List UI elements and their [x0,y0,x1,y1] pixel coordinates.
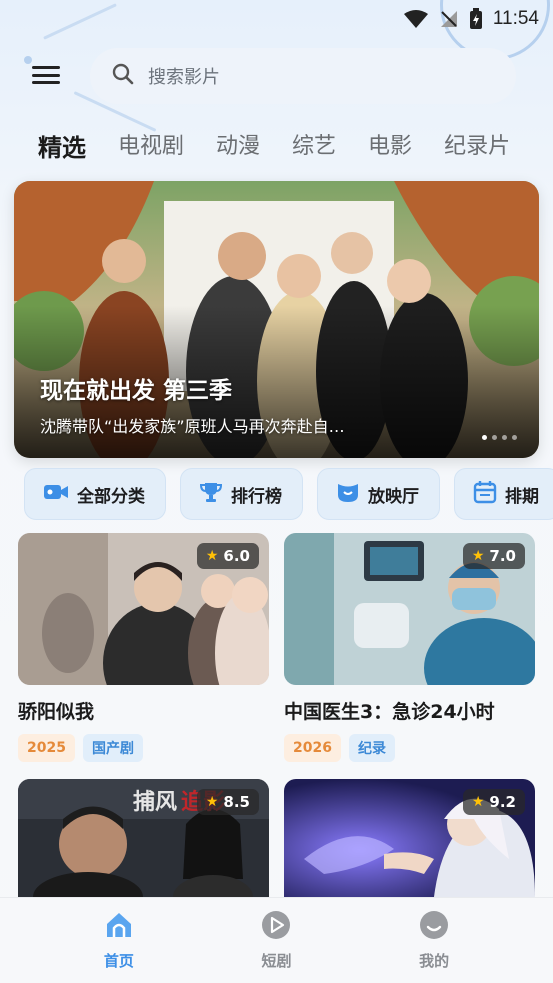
rating-value: 8.5 [223,793,250,811]
star-icon: ★ [205,548,219,564]
schedule-label: 排期 [505,486,539,507]
nav-short-drama-label: 短剧 [261,952,292,970]
carousel-dot [502,435,507,440]
year-tag: 2025 [18,734,75,762]
all-categories-button[interactable]: 全部分类 [24,468,166,520]
tab-anime[interactable]: 动漫 [216,128,260,163]
media-card[interactable]: ★ 7.0 中国医生3：急诊24小时 2026 纪录 [284,533,535,762]
trophy-icon [199,481,223,508]
ranking-label: 排行榜 [231,486,282,507]
tab-variety[interactable]: 综艺 [292,128,336,163]
tab-featured[interactable]: 精选 [38,128,86,163]
rating-value: 7.0 [489,547,516,565]
card-tags: 2026 纪录 [284,734,535,762]
ranking-button[interactable]: 排行榜 [180,468,303,520]
banner-title: 现在就出发 第三季 [40,378,233,404]
background-decoration [24,56,32,64]
all-categories-label: 全部分类 [77,486,145,507]
banner-subtitle: 沈腾带队“出发家族”原班人马再次奔赴自… [40,417,345,436]
tab-tv-series[interactable]: 电视剧 [118,128,184,163]
rating-value: 9.2 [489,793,516,811]
year-tag: 2026 [284,734,341,762]
nav-home[interactable]: 首页 [74,910,164,971]
poster-image: 捕风 追影 ★ 8.5 [18,779,269,897]
battery-charging-icon [469,8,483,30]
tab-movies[interactable]: 电影 [368,128,412,163]
play-circle-icon [261,910,291,944]
menu-icon [32,66,60,69]
nav-home-label: 首页 [103,952,134,970]
schedule-button[interactable]: 排期 [454,468,553,520]
carousel-indicator [482,435,517,440]
no-signal-icon [439,9,459,29]
theater-label: 放映厅 [368,486,419,507]
card-title: 中国医生3：急诊24小时 [284,701,495,723]
category-tabs: 精选 电视剧 动漫 综艺 电影 纪录片 [38,128,542,163]
genre-tag: 国产剧 [82,734,143,762]
tab-documentary[interactable]: 纪录片 [444,128,510,163]
calendar-icon [473,480,497,509]
nav-profile[interactable]: 我的 [389,910,479,971]
nav-profile-label: 我的 [419,952,450,970]
home-icon [104,910,134,944]
carousel-dot [492,435,497,440]
rating-badge: ★ 6.0 [196,543,259,569]
star-icon: ★ [205,794,219,810]
search-input[interactable]: 搜索影片 [90,48,516,104]
bottom-navigation: 首页 短剧 我的 [0,897,553,983]
quick-actions: 全部分类 排行榜 放映厅 排期 [24,468,553,520]
card-tags: 2025 国产剧 [18,734,269,762]
carousel-dot [512,435,517,440]
media-card[interactable]: 捕风 追影 ★ 8.5 [18,779,269,897]
rating-badge: ★ 8.5 [196,789,259,815]
menu-icon [32,73,60,77]
nav-short-drama[interactable]: 短剧 [231,910,321,971]
featured-banner[interactable]: 现在就出发 第三季 沈腾带队“出发家族”原班人马再次奔赴自… [14,181,539,458]
media-card[interactable]: ★ 9.2 [284,779,535,897]
svg-text:捕风: 捕风 [133,789,177,815]
media-card[interactable]: ★ 6.0 骄阳似我 2025 国产剧 [18,533,269,762]
star-icon: ★ [471,794,485,810]
smile-icon [419,910,449,944]
rating-badge: ★ 9.2 [462,789,525,815]
theater-icon [336,481,360,508]
poster-image: ★ 7.0 [284,533,535,685]
status-time: 11:54 [492,8,539,29]
search-icon [112,63,134,89]
status-bar: 11:54 [0,0,553,38]
star-icon: ★ [471,548,485,564]
carousel-dot [482,435,487,440]
poster-image: ★ 9.2 [284,779,535,897]
wifi-icon [403,9,429,29]
search-placeholder: 搜索影片 [148,67,220,88]
rating-value: 6.0 [223,547,250,565]
genre-tag: 纪录 [348,734,395,762]
menu-button[interactable] [32,64,60,86]
menu-icon [32,81,60,84]
theater-button[interactable]: 放映厅 [317,468,440,520]
video-camera-icon [43,482,69,507]
poster-image: ★ 6.0 [18,533,269,685]
rating-badge: ★ 7.0 [462,543,525,569]
card-title: 骄阳似我 [18,701,95,723]
